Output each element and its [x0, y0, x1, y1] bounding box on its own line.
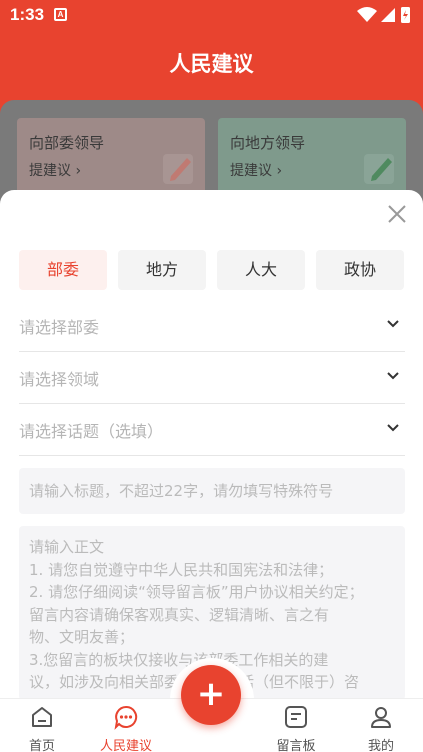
domain-select[interactable]: 请选择领域 [19, 352, 405, 404]
status-icons [357, 7, 410, 23]
status-bar: 1:33 A [0, 0, 423, 30]
card-title: 向部委领导 [29, 134, 105, 152]
signal-icon [381, 8, 395, 22]
ministry-select[interactable]: 请选择部委 [19, 300, 405, 352]
tab-local[interactable]: 地方 [118, 250, 206, 290]
body-placeholder-line: 请输入正文 [29, 538, 105, 556]
select-placeholder: 请选择部委 [19, 318, 100, 337]
body-placeholder-line: 1. 请您自觉遵守中华人民共和国宪法和法律； [29, 560, 334, 579]
plus-icon: + [196, 674, 226, 714]
nav-label: 留言板 [276, 739, 316, 752]
local-leader-card[interactable]: 向地方领导 提建议 › [218, 118, 406, 198]
close-icon[interactable] [387, 204, 407, 224]
title-input[interactable] [19, 468, 405, 514]
pen-icon [364, 154, 394, 184]
tab-npc[interactable]: 人大 [217, 250, 305, 290]
pen-icon [163, 154, 193, 184]
ministry-leader-card[interactable]: 向部委领导 提建议 › [17, 118, 205, 198]
chat-bubble-icon [114, 705, 138, 730]
chevron-down-icon [387, 424, 399, 432]
home-icon [32, 707, 52, 727]
nav-label: 人民建议 [99, 739, 152, 752]
nav-label: 我的 [367, 739, 394, 752]
message-board-icon [285, 706, 307, 728]
notification-icon: A [54, 8, 67, 21]
suggestion-form-sheet: 部委 地方 人大 政协 请选择部委 请选择领域 请选择话题（选填） 请输入正文 … [0, 190, 423, 700]
nav-label: 首页 [28, 739, 55, 752]
body-placeholder-line: 物、文明友善； [29, 628, 135, 646]
select-placeholder: 请选择领域 [19, 370, 100, 389]
tab-ministry[interactable]: 部委 [19, 250, 107, 290]
page-title: 人民建议 [169, 52, 254, 76]
nav-item-message-board[interactable]: 留言板 [254, 703, 338, 752]
status-time: 1:33 [10, 5, 45, 24]
wifi-icon [357, 7, 377, 22]
select-placeholder: 请选择话题（选填） [19, 422, 164, 441]
tab-cppcc[interactable]: 政协 [316, 250, 404, 290]
chevron-down-icon [387, 372, 399, 380]
nav-item-home[interactable]: 首页 [0, 703, 84, 752]
card-title: 向地方领导 [230, 134, 306, 152]
nav-item-profile[interactable]: 我的 [339, 703, 423, 752]
body-placeholder-line: 2. 请您仔细阅读“领导留言板”用户协议相关约定； [29, 583, 364, 601]
card-action: 提建议 › [230, 163, 283, 179]
chevron-down-icon [387, 320, 399, 328]
category-tabs: 部委 地方 人大 政协 [19, 250, 405, 290]
add-suggestion-button[interactable]: + [181, 665, 241, 725]
body-placeholder-line: 留言内容请确保客观真实、逻辑清晰、言之有 [29, 605, 330, 624]
topic-select[interactable]: 请选择话题（选填） [19, 404, 405, 456]
nav-item-suggestion[interactable]: 人民建议 [84, 703, 168, 752]
card-action: 提建议 › [29, 163, 82, 179]
person-icon [371, 707, 391, 728]
